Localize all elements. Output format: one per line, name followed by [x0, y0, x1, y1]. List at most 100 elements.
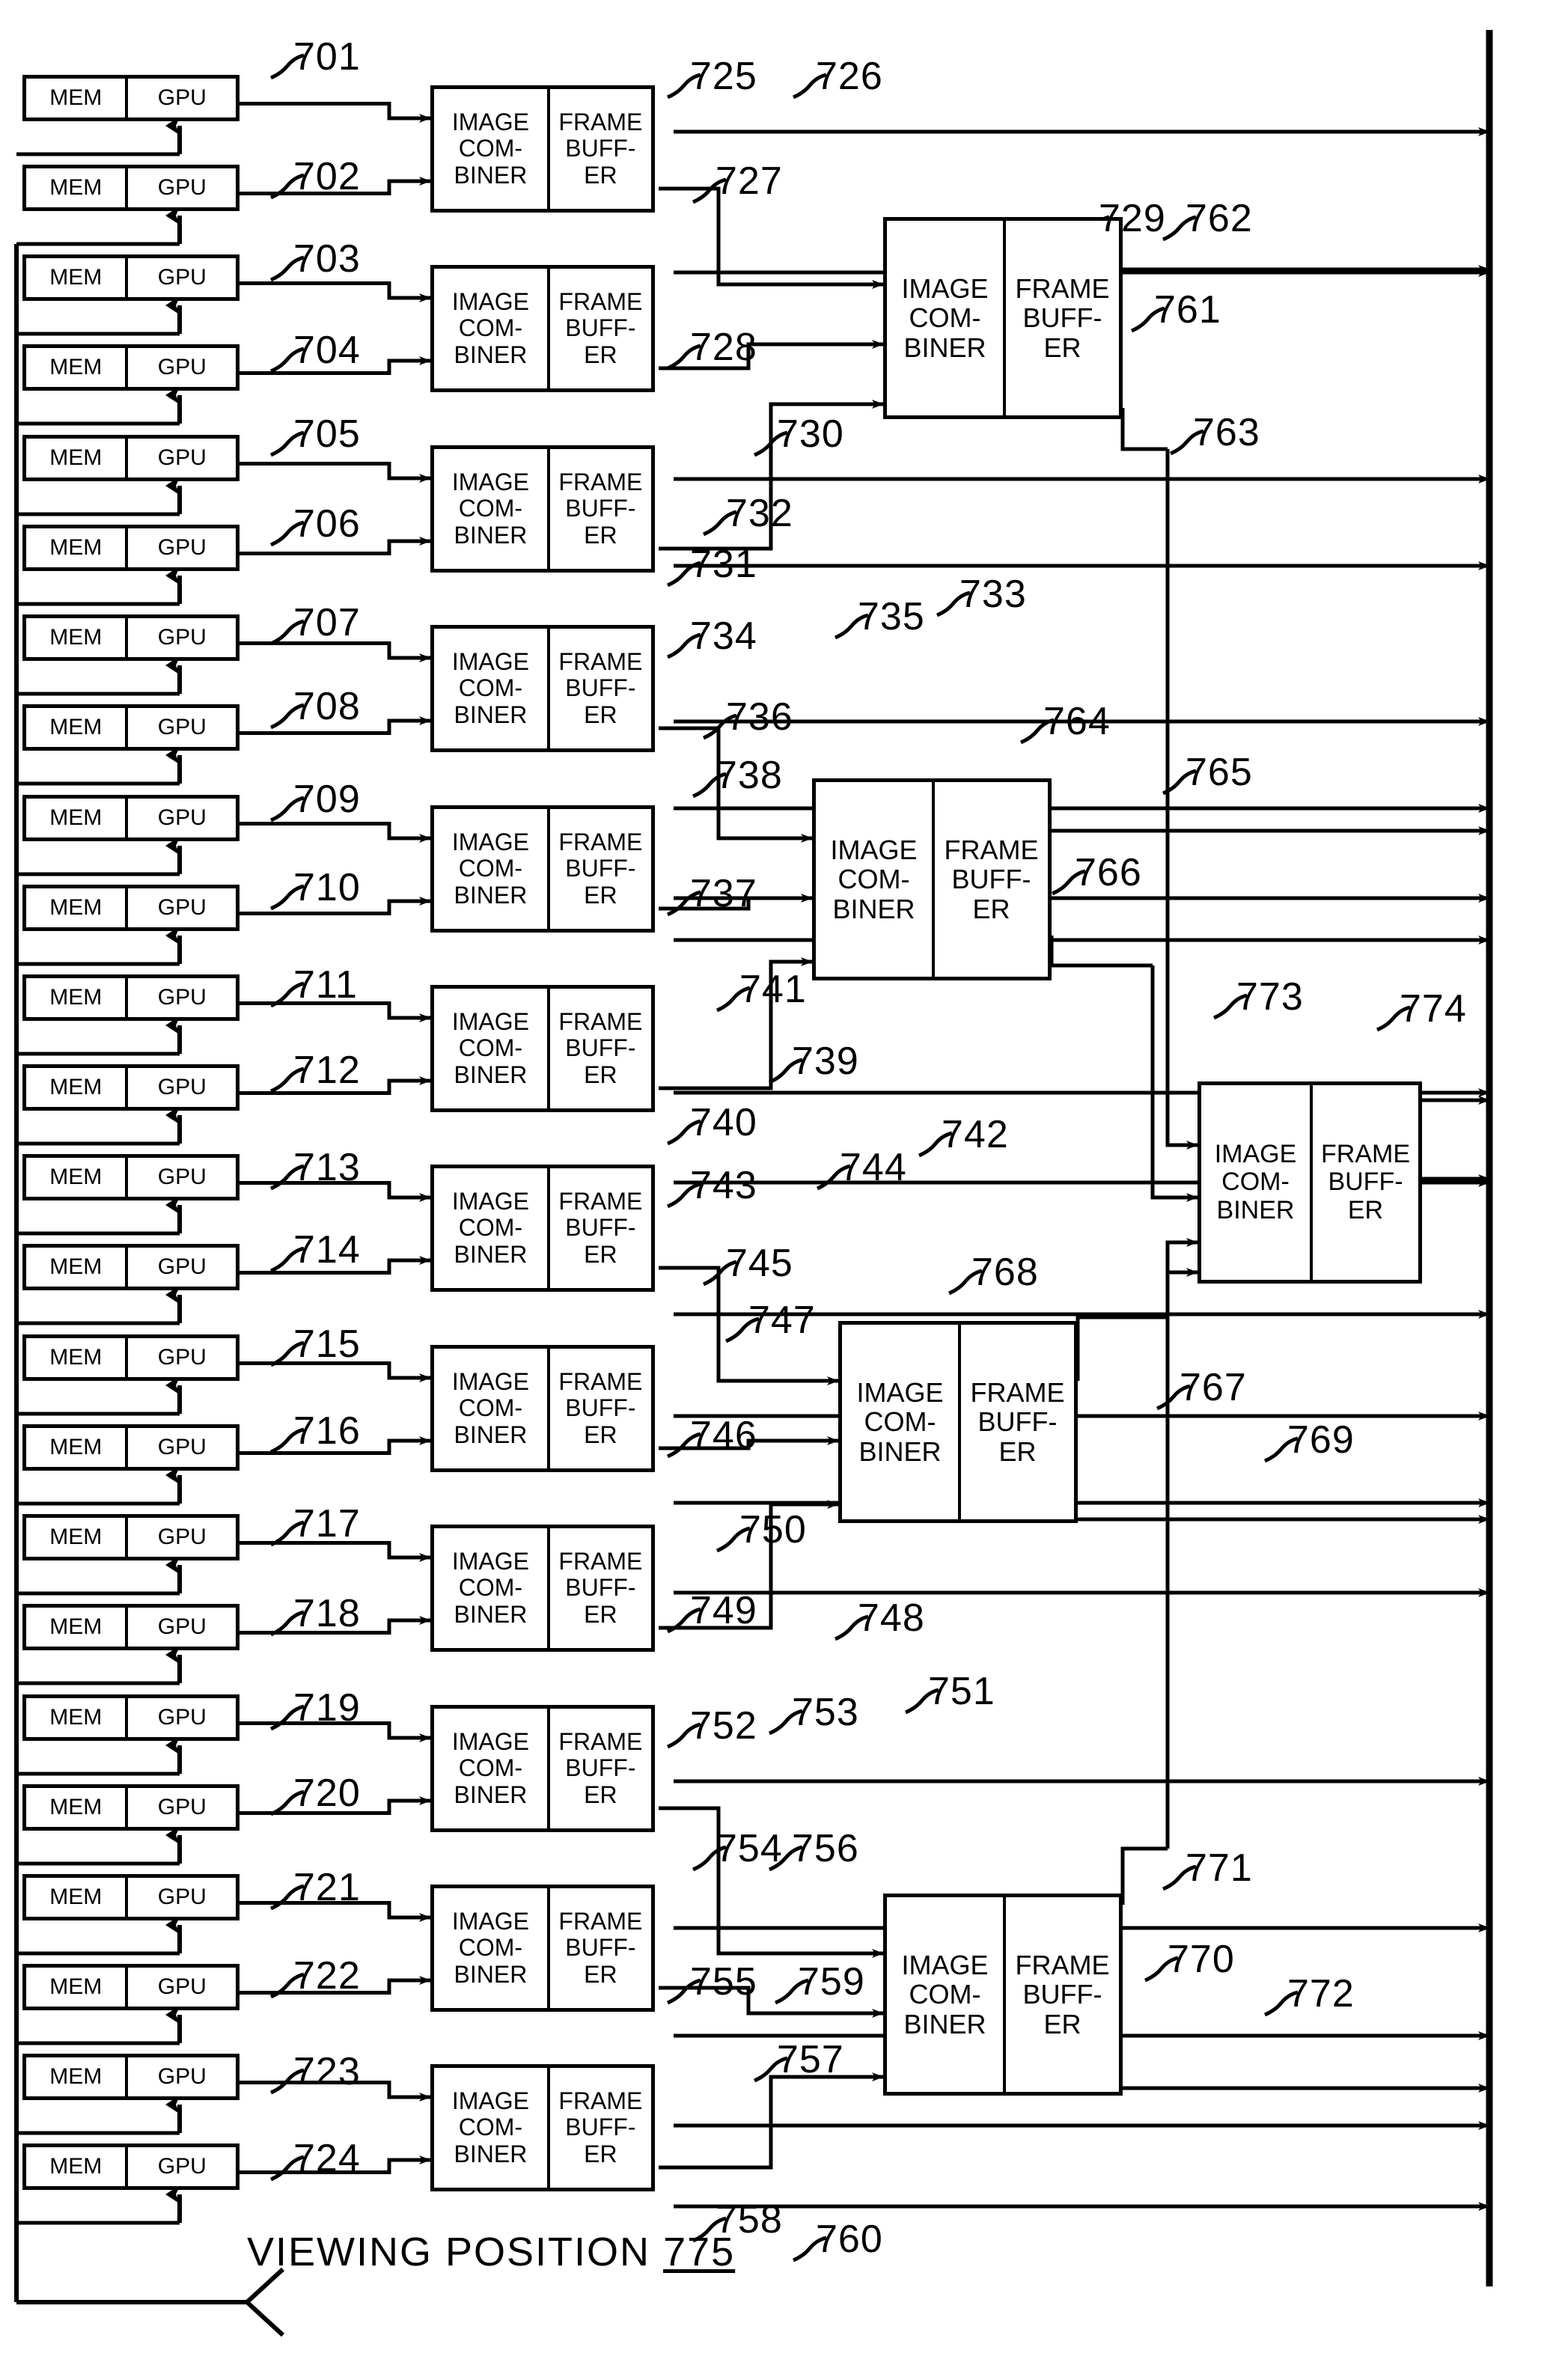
mem-label: MEM: [26, 1788, 129, 1827]
gpu-label: GPU: [157, 625, 207, 650]
frame-buffer-5: FRAME BUFF- ER: [550, 809, 651, 929]
image-combiner-line: COM-: [1221, 1168, 1290, 1197]
ref-numeral-725: 725: [690, 55, 757, 98]
image-combiner-line: IMAGE: [1214, 1139, 1297, 1168]
image-combiner-line: COM-: [838, 864, 910, 895]
ref-numeral-757: 757: [777, 2038, 844, 2081]
image-combiner-line: BINER: [454, 2140, 528, 2167]
gpu-node-719: MEM GPU: [22, 1694, 239, 1741]
image-combiner-12-group: IMAGE COM- BINER FRAME BUFF- ER: [430, 2064, 655, 2191]
image-combiner-7: IMAGE COM- BINER: [434, 1168, 550, 1288]
mem-label: MEM: [26, 258, 129, 297]
ref-numeral-735: 735: [858, 595, 925, 638]
ref-numeral-734: 734: [690, 614, 757, 658]
image-combiner-8-group: IMAGE COM- BINER FRAME BUFF- ER: [430, 1345, 655, 1472]
ref-numeral-766: 766: [1075, 851, 1142, 894]
frame-buffer-line: ER: [584, 1781, 617, 1808]
image-combiner-line: BINER: [454, 1600, 528, 1628]
frame-buffer-s2-4: FRAME BUFF- ER: [1006, 1897, 1119, 2092]
frame-buffer-line: BUFF-: [565, 495, 636, 522]
image-combiner-3-group: IMAGE COM- BINER FRAME BUFF- ER: [430, 445, 655, 573]
image-combiner-s2-3: IMAGE COM- BINER: [842, 1325, 961, 1519]
gpu-node-715: MEM GPU: [22, 1334, 239, 1381]
ref-numeral-703: 703: [293, 237, 361, 281]
mem-label: MEM: [26, 978, 129, 1017]
patent-figure: MEM GPU MEM GPU MEM GPU MEM GPU MEM GPU MEM GPU MEM G…: [0, 0, 1556, 2380]
frame-buffer-line: ER: [584, 881, 617, 909]
ref-numeral-748: 748: [858, 1596, 925, 1640]
frame-buffer-11: FRAME BUFF- ER: [550, 1888, 651, 2008]
ref-numeral-719: 719: [293, 1686, 361, 1730]
mem-label: MEM: [26, 1428, 129, 1467]
ref-numeral-756: 756: [792, 1827, 859, 1870]
image-combiner-line: BINER: [454, 1960, 528, 1988]
ref-numeral-773: 773: [1236, 975, 1304, 1019]
gpu-node-718: MEM GPU: [22, 1604, 239, 1650]
mem-label: MEM: [26, 168, 129, 207]
image-combiner-11: IMAGE COM- BINER: [434, 1888, 550, 2008]
gpu-node-713: MEM GPU: [22, 1154, 239, 1200]
frame-buffer-s2-3: FRAME BUFF- ER: [961, 1325, 1074, 1519]
gpu-label: GPU: [157, 715, 207, 739]
image-combiner-6-group: IMAGE COM- BINER FRAME BUFF- ER: [430, 985, 655, 1112]
mem-label: MEM: [26, 618, 129, 657]
frame-buffer-2: FRAME BUFF- ER: [550, 269, 651, 388]
image-combiner-s2-1: IMAGE COM- BINER: [887, 221, 1006, 415]
ref-numeral-704: 704: [293, 329, 361, 372]
ref-numeral-771: 771: [1186, 1846, 1253, 1890]
frame-buffer-6: FRAME BUFF- ER: [550, 989, 651, 1108]
gpu-node-701: MEM GPU: [22, 75, 239, 121]
frame-buffer-line: FRAME: [970, 1376, 1065, 1408]
ref-numeral-717: 717: [293, 1502, 361, 1546]
image-combiner-4-group: IMAGE COM- BINER FRAME BUFF- ER: [430, 625, 655, 752]
gpu-label: GPU: [157, 1885, 207, 1909]
gpu-label: GPU: [157, 1525, 207, 1549]
frame-buffer-line: BUFF-: [977, 1406, 1058, 1438]
image-combiner-line: BINER: [454, 161, 528, 189]
image-combiner-line: IMAGE: [451, 1368, 529, 1396]
frame-buffer-line: ER: [972, 893, 1010, 924]
frame-buffer-line: ER: [584, 1061, 617, 1088]
mem-label: MEM: [26, 348, 129, 387]
gpu-node-720: MEM GPU: [22, 1784, 239, 1831]
ref-numeral-739: 739: [792, 1040, 859, 1083]
ref-numeral-747: 747: [748, 1299, 816, 1342]
frame-buffer-s2-1: FRAME BUFF- ER: [1006, 221, 1119, 415]
gpu-node-724: MEM GPU: [22, 2143, 239, 2190]
ref-numeral-732: 732: [726, 492, 793, 535]
image-combiner-s3-group: IMAGE COM- BINER FRAME BUFF- ER: [1197, 1081, 1422, 1284]
ref-numeral-768: 768: [971, 1251, 1039, 1294]
frame-buffer-line: BUFF-: [565, 1574, 636, 1602]
frame-buffer-line: ER: [584, 1600, 617, 1628]
frame-buffer-line: FRAME: [1321, 1139, 1410, 1168]
image-combiner-line: BINER: [454, 1061, 528, 1088]
gpu-node-702: MEM GPU: [22, 165, 239, 211]
gpu-label: GPU: [157, 355, 207, 379]
frame-buffer-line: BUFF-: [1328, 1168, 1403, 1197]
ref-numeral-701: 701: [293, 35, 361, 79]
mem-label: MEM: [26, 1338, 129, 1377]
frame-buffer-line: ER: [1043, 2008, 1081, 2039]
image-combiner-9: IMAGE COM- BINER: [434, 1528, 550, 1648]
image-combiner-line: BINER: [1216, 1195, 1295, 1224]
ref-numeral-738: 738: [716, 754, 783, 797]
image-combiner-line: BINER: [454, 341, 528, 368]
mem-label: MEM: [26, 79, 129, 118]
image-combiner-2: IMAGE COM- BINER: [434, 269, 550, 388]
image-combiner-10-group: IMAGE COM- BINER FRAME BUFF- ER: [430, 1705, 655, 1832]
image-combiner-1: IMAGE COM- BINER: [434, 89, 550, 209]
ref-numeral-711: 711: [293, 963, 358, 1007]
frame-buffer-line: BUFF-: [565, 1394, 636, 1422]
image-combiner-line: BINER: [454, 881, 528, 909]
ref-numeral-733: 733: [959, 573, 1027, 616]
frame-buffer-3: FRAME BUFF- ER: [550, 449, 651, 569]
mem-label: MEM: [26, 2057, 129, 2096]
image-combiner-line: COM-: [458, 495, 523, 522]
ref-numeral-707: 707: [293, 601, 361, 644]
image-combiner-12: IMAGE COM- BINER: [434, 2068, 550, 2188]
ref-numeral-761: 761: [1154, 288, 1221, 332]
ref-numeral-718: 718: [293, 1592, 361, 1635]
image-combiner-line: BINER: [454, 1781, 528, 1808]
ref-numeral-737: 737: [690, 872, 757, 915]
gpu-label: GPU: [157, 1795, 207, 1819]
